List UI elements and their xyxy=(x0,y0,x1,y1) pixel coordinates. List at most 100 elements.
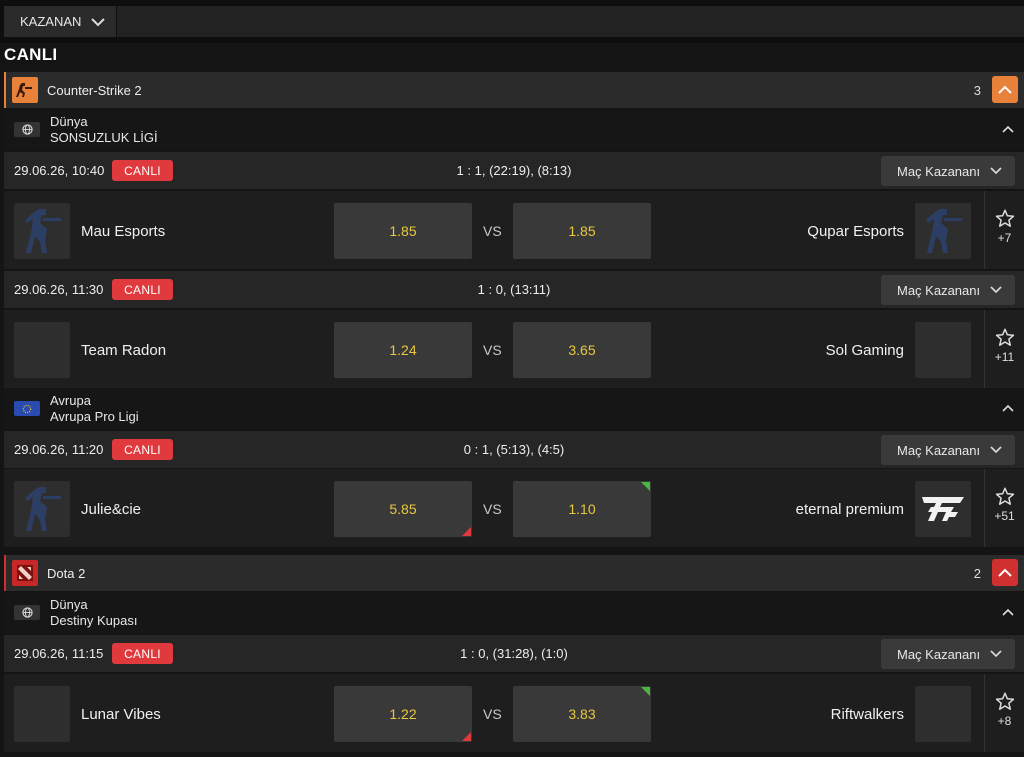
team-name-away: Sol Gaming xyxy=(825,342,904,359)
market-label: Maç Kazananı xyxy=(897,163,981,179)
favorite-and-more-markets[interactable]: +51 xyxy=(984,469,1024,547)
soldier-silhouette-icon xyxy=(926,209,962,253)
chevron-up-icon[interactable] xyxy=(1000,122,1016,138)
market-dropdown[interactable]: Maç Kazananı xyxy=(881,435,1015,465)
vs-label: VS xyxy=(483,501,502,517)
market-dropdown[interactable]: Maç Kazananı xyxy=(881,275,1015,305)
match-header: 29.06.26, 10:40 CANLI 1 : 1, (22:19), (8… xyxy=(4,152,1024,189)
odd-value: 1.85 xyxy=(389,223,417,239)
page-title: CANLI xyxy=(4,45,58,64)
league-name: Avrupa Pro Ligi xyxy=(50,409,139,424)
more-markets-count[interactable]: +11 xyxy=(995,350,1014,364)
match-header: 29.06.26, 11:20 CANLI 0 : 1, (5:13), (4:… xyxy=(4,431,1024,468)
team-name-home: Julie&cie xyxy=(81,501,142,518)
odd-button-away[interactable]: 3.65 xyxy=(513,322,651,378)
star-icon[interactable] xyxy=(995,487,1015,506)
sport-accent-bar xyxy=(4,72,6,108)
league-name: Destiny Kupası xyxy=(50,613,138,628)
market-dropdown[interactable]: Maç Kazananı xyxy=(881,639,1015,669)
sport-name: Dota 2 xyxy=(47,566,86,581)
live-badge: CANLI xyxy=(112,160,173,181)
sport-match-count: 2 xyxy=(973,566,981,581)
favorite-and-more-markets[interactable]: +7 xyxy=(984,191,1024,269)
team-logo-away xyxy=(915,203,971,259)
team-logo-away xyxy=(915,686,971,742)
league-header[interactable]: Dünya SONSUZLUK LİGİ xyxy=(4,110,1024,150)
match-time: 29.06.26, 11:20 xyxy=(14,442,104,457)
odd-button-home[interactable]: 5.85 xyxy=(334,481,472,537)
team-logo-away xyxy=(915,322,971,378)
odd-button-home[interactable]: 1.22 xyxy=(334,686,472,742)
sport-header-dota2[interactable]: Dota 2 2 xyxy=(4,555,1024,591)
odd-value: 1.10 xyxy=(568,501,596,517)
favorite-and-more-markets[interactable]: +11 xyxy=(984,310,1024,388)
more-markets-count[interactable]: +7 xyxy=(998,231,1012,245)
fp-logo-icon xyxy=(922,497,964,521)
globe-icon xyxy=(14,122,40,137)
cs2-icon xyxy=(12,77,38,103)
collapse-button[interactable] xyxy=(992,76,1018,103)
winner-filter-dropdown[interactable]: KAZANAN xyxy=(4,6,116,37)
odd-button-away[interactable]: 1.10 xyxy=(513,481,651,537)
soldier-silhouette-icon xyxy=(25,487,61,531)
team-logo-away xyxy=(915,481,971,537)
league-header[interactable]: Avrupa Avrupa Pro Ligi xyxy=(4,389,1024,429)
chevron-down-icon xyxy=(91,17,106,26)
odd-value: 5.85 xyxy=(389,501,417,517)
odds-down-indicator xyxy=(462,732,471,741)
match-row: Julie&cie 5.85 VS 1.10 eternal premium +… xyxy=(4,469,1024,547)
team-name-home: Lunar Vibes xyxy=(81,706,161,723)
league-name: SONSUZLUK LİGİ xyxy=(50,130,158,145)
dota2-icon xyxy=(12,560,38,586)
collapse-button[interactable] xyxy=(992,559,1018,586)
odd-button-home[interactable]: 1.24 xyxy=(334,322,472,378)
star-icon[interactable] xyxy=(995,209,1015,228)
live-badge: CANLI xyxy=(112,439,173,460)
star-icon[interactable] xyxy=(995,692,1015,711)
eu-flag-icon xyxy=(14,401,40,416)
globe-icon xyxy=(14,605,40,620)
chevron-up-icon[interactable] xyxy=(1000,605,1016,621)
soldier-silhouette-icon xyxy=(25,209,61,253)
odd-value: 1.85 xyxy=(568,223,596,239)
live-badge: CANLI xyxy=(112,643,173,664)
chevron-up-icon xyxy=(998,568,1012,577)
market-label: Maç Kazananı xyxy=(897,646,981,662)
market-dropdown[interactable]: Maç Kazananı xyxy=(881,156,1015,186)
odd-button-away[interactable]: 1.85 xyxy=(513,203,651,259)
filter-label: KAZANAN xyxy=(20,14,82,29)
match-header: 29.06.26, 11:15 CANLI 1 : 0, (31:28), (1… xyxy=(4,635,1024,672)
odd-button-away[interactable]: 3.83 xyxy=(513,686,651,742)
market-label: Maç Kazananı xyxy=(897,282,981,298)
team-name-away: Riftwalkers xyxy=(830,706,904,723)
match-row: Mau Esports 1.85 VS 1.85 Qupar Esports +… xyxy=(4,191,1024,269)
chevron-down-icon xyxy=(990,286,1002,294)
sport-accent-bar xyxy=(4,555,6,591)
odd-value: 1.22 xyxy=(389,706,417,722)
favorite-and-more-markets[interactable]: +8 xyxy=(984,674,1024,752)
vs-label: VS xyxy=(483,223,502,239)
team-logo-home xyxy=(14,322,70,378)
league-region: Dünya xyxy=(50,597,88,612)
star-icon[interactable] xyxy=(995,328,1015,347)
team-name-home: Mau Esports xyxy=(81,223,166,240)
filter-bar-spacer xyxy=(117,6,1024,37)
chevron-up-icon xyxy=(998,85,1012,94)
sport-header-cs2[interactable]: Counter-Strike 2 3 xyxy=(4,72,1024,108)
live-badge: CANLI xyxy=(112,279,173,300)
match-header: 29.06.26, 11:30 CANLI 1 : 0, (13:11) Maç… xyxy=(4,271,1024,308)
more-markets-count[interactable]: +51 xyxy=(994,509,1014,523)
odds-up-indicator xyxy=(641,687,650,696)
league-region: Avrupa xyxy=(50,393,91,408)
odds-up-indicator xyxy=(641,482,650,491)
odd-value: 3.65 xyxy=(568,342,596,358)
match-time: 29.06.26, 11:15 xyxy=(14,646,104,661)
league-region: Dünya xyxy=(50,114,88,129)
team-name-home: Team Radon xyxy=(81,342,167,359)
match-time: 29.06.26, 11:30 xyxy=(14,282,104,297)
chevron-down-icon xyxy=(990,650,1002,658)
chevron-up-icon[interactable] xyxy=(1000,401,1016,417)
odd-button-home[interactable]: 1.85 xyxy=(334,203,472,259)
more-markets-count[interactable]: +8 xyxy=(998,714,1012,728)
league-header[interactable]: Dünya Destiny Kupası xyxy=(4,593,1024,633)
